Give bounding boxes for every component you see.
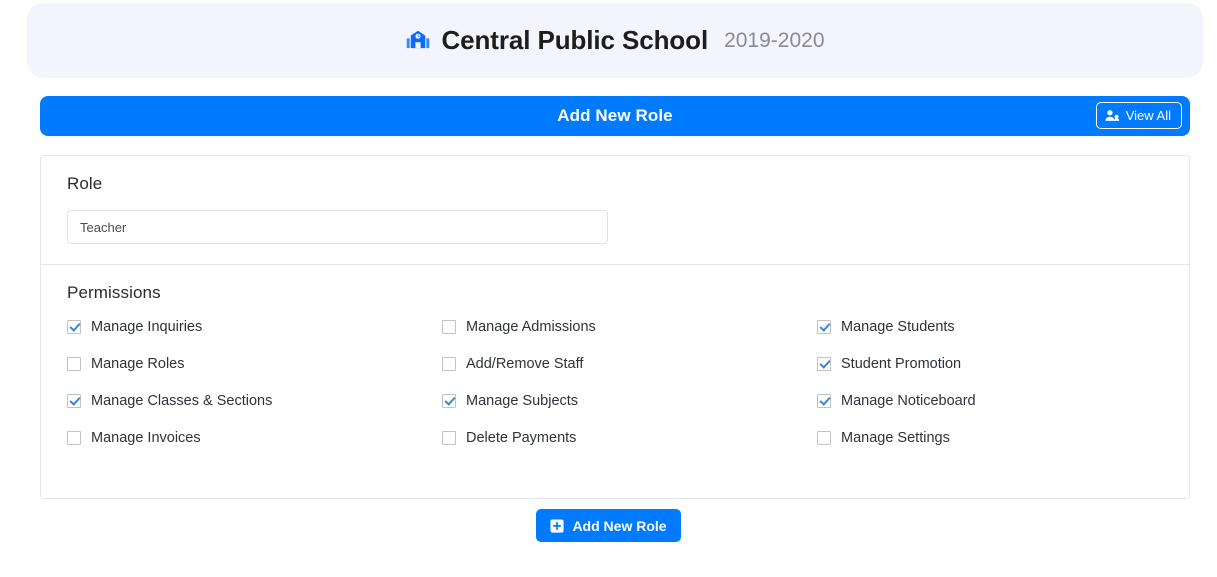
submit-row: Add New Role [0, 509, 1217, 542]
permission-label: Manage Students [841, 319, 955, 335]
permission-checkbox[interactable] [442, 394, 456, 408]
permission-checkbox[interactable] [67, 320, 81, 334]
school-building-icon [405, 27, 431, 55]
permission-label: Manage Settings [841, 430, 950, 446]
permissions-grid: Manage Inquiries Manage Admissions Manag… [67, 319, 1163, 446]
permission-checkbox[interactable] [817, 357, 831, 371]
permission-item[interactable]: Manage Invoices [67, 430, 442, 446]
permission-item[interactable]: Manage Students [817, 319, 1163, 335]
permission-item[interactable]: Add/Remove Staff [442, 356, 817, 372]
role-name-input[interactable] [67, 210, 608, 244]
permissions-section: Permissions Manage Inquiries Manage Admi… [41, 265, 1189, 466]
permission-checkbox[interactable] [817, 320, 831, 334]
permission-label: Manage Invoices [91, 430, 201, 446]
permission-label: Delete Payments [466, 430, 576, 446]
school-banner: Central Public School 2019-2020 [27, 3, 1203, 78]
add-new-role-button[interactable]: Add New Role [536, 509, 680, 542]
view-all-label: View All [1126, 108, 1171, 123]
permission-checkbox[interactable] [67, 357, 81, 371]
permission-label: Manage Inquiries [91, 319, 202, 335]
permission-label: Manage Classes & Sections [91, 393, 272, 409]
school-name: Central Public School [441, 25, 708, 56]
role-section: Role [41, 156, 1189, 264]
role-section-title: Role [67, 174, 1163, 194]
permission-checkbox[interactable] [442, 357, 456, 371]
permission-item[interactable]: Student Promotion [817, 356, 1163, 372]
permission-label: Manage Subjects [466, 393, 578, 409]
plus-square-icon [550, 519, 564, 533]
view-all-button[interactable]: View All [1096, 102, 1182, 129]
permission-item[interactable]: Delete Payments [442, 430, 817, 446]
permission-checkbox[interactable] [67, 394, 81, 408]
permission-item[interactable]: Manage Roles [67, 356, 442, 372]
permission-label: Manage Admissions [466, 319, 596, 335]
permission-label: Add/Remove Staff [466, 356, 583, 372]
add-role-form-card: Role Permissions Manage Inquiries Manage… [40, 155, 1190, 499]
permission-checkbox[interactable] [67, 431, 81, 445]
permission-item[interactable]: Manage Classes & Sections [67, 393, 442, 409]
permission-label: Student Promotion [841, 356, 961, 372]
page-header-bar: Add New Role View All [40, 96, 1190, 136]
permission-item[interactable]: Manage Subjects [442, 393, 817, 409]
permission-label: Manage Roles [91, 356, 185, 372]
add-new-role-label: Add New Role [572, 518, 666, 534]
permission-item[interactable]: Manage Noticeboard [817, 393, 1163, 409]
permission-checkbox[interactable] [817, 394, 831, 408]
academic-session: 2019-2020 [724, 29, 824, 53]
school-banner-content: Central Public School 2019-2020 [405, 25, 824, 56]
permission-item[interactable]: Manage Settings [817, 430, 1163, 446]
permission-item[interactable]: Manage Admissions [442, 319, 817, 335]
permission-item[interactable]: Manage Inquiries [67, 319, 442, 335]
user-plus-icon [1105, 109, 1120, 122]
page-title: Add New Role [557, 106, 673, 126]
permission-checkbox[interactable] [442, 320, 456, 334]
permission-label: Manage Noticeboard [841, 393, 976, 409]
permission-checkbox[interactable] [817, 431, 831, 445]
permissions-section-title: Permissions [67, 283, 1163, 303]
permission-checkbox[interactable] [442, 431, 456, 445]
